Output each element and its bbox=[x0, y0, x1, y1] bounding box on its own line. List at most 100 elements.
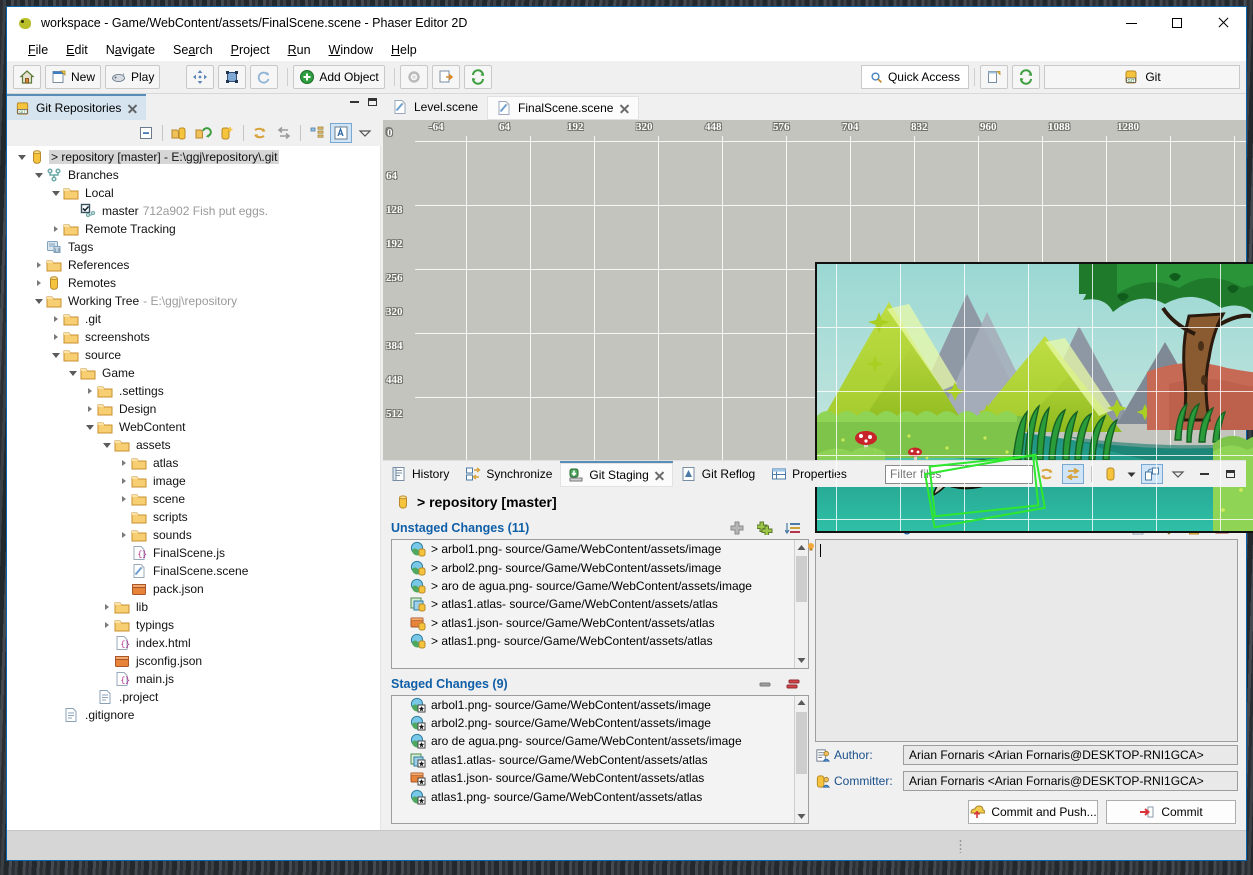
resize-grip[interactable] bbox=[959, 839, 962, 853]
tree-item-settings[interactable]: .settings bbox=[7, 382, 380, 400]
view-menu-icon[interactable] bbox=[354, 123, 376, 143]
chevron-right-icon[interactable] bbox=[117, 460, 131, 466]
tree-item-source[interactable]: source bbox=[7, 346, 380, 364]
change-row[interactable]: atlas1.png - source/Game/WebContent/asse… bbox=[392, 787, 808, 805]
chevron-right-icon[interactable] bbox=[117, 532, 131, 538]
sync-button[interactable] bbox=[1012, 65, 1040, 89]
minimize-icon[interactable] bbox=[350, 101, 359, 103]
collapse-all-icon[interactable] bbox=[135, 123, 157, 143]
tree-item-gitignore[interactable]: .gitignore bbox=[7, 706, 380, 724]
bottom-tab-git-reflog[interactable]: Git Reflog bbox=[673, 461, 763, 487]
quick-access-button[interactable]: Quick Access bbox=[860, 65, 969, 89]
change-row[interactable]: > atlas1.atlas - source/Game/WebContent/… bbox=[392, 595, 808, 613]
git-perspective-button[interactable]: GIT Git bbox=[1044, 65, 1240, 89]
chevron-right-icon[interactable] bbox=[117, 496, 131, 502]
unstage-icon[interactable] bbox=[754, 674, 776, 694]
play-button[interactable]: Play bbox=[105, 65, 161, 89]
change-row[interactable]: > atlas1.png - source/Game/WebContent/as… bbox=[392, 632, 808, 650]
scroll-thumb[interactable] bbox=[796, 711, 807, 774]
close-icon[interactable] bbox=[127, 103, 138, 114]
chevron-right-icon[interactable] bbox=[100, 604, 114, 610]
tree-item-local[interactable]: Local bbox=[7, 184, 380, 202]
scroll-down-icon[interactable] bbox=[795, 809, 808, 823]
new-perspective-button[interactable] bbox=[980, 65, 1008, 89]
add-object-button[interactable]: Add Object bbox=[293, 65, 385, 89]
minimize-button[interactable] bbox=[1108, 7, 1154, 39]
scroll-up-icon[interactable] bbox=[795, 696, 808, 710]
tree-item-assets[interactable]: assets bbox=[7, 436, 380, 454]
bottom-tab-synchronize[interactable]: Synchronize bbox=[457, 461, 560, 487]
scene-canvas[interactable]: -64 64 192 320 448 576 704 832 960 1088 1280 0 64 12… bbox=[383, 120, 1253, 533]
scroll-down-icon[interactable] bbox=[795, 654, 808, 668]
change-row[interactable]: > atlas1.json - source/Game/WebContent/a… bbox=[392, 614, 808, 632]
new-button[interactable]: New bbox=[45, 65, 102, 89]
scroll-thumb[interactable] bbox=[796, 556, 807, 602]
bottom-tab-history[interactable]: History bbox=[383, 461, 457, 487]
tree-item-screenshots[interactable]: screenshots bbox=[7, 328, 380, 346]
menu-window[interactable]: Window bbox=[320, 41, 382, 59]
tab-git-repositories[interactable]: GIT Git Repositories bbox=[7, 94, 147, 120]
tree-item-remotes[interactable]: Remotes bbox=[7, 274, 380, 292]
chevron-right-icon[interactable] bbox=[100, 622, 114, 628]
flat-layout-icon[interactable] bbox=[330, 123, 352, 143]
tree-item-scripts[interactable]: scripts bbox=[7, 508, 380, 526]
chevron-right-icon[interactable] bbox=[49, 334, 63, 340]
menu-project[interactable]: Project bbox=[222, 41, 279, 59]
link-selection-icon[interactable] bbox=[1062, 464, 1084, 484]
menu-run[interactable]: Run bbox=[279, 41, 320, 59]
menu-edit[interactable]: Edit bbox=[57, 41, 97, 59]
tree-item-atlas[interactable]: atlas bbox=[7, 454, 380, 472]
chevron-right-icon[interactable] bbox=[83, 388, 97, 394]
editor-tab-level-scene[interactable]: Level.scene bbox=[383, 94, 487, 120]
chevron-right-icon[interactable] bbox=[49, 316, 63, 322]
committer-field[interactable]: Arian Fornaris <Arian Fornaris@DESKTOP-R… bbox=[903, 771, 1238, 791]
chevron-down-icon[interactable] bbox=[32, 172, 46, 178]
tree-item-finalscene-scene[interactable]: FinalScene.scene bbox=[7, 562, 380, 580]
menu-file[interactable]: File bbox=[19, 41, 57, 59]
tree-item-tags[interactable]: 1.0 Tags bbox=[7, 238, 380, 256]
unstaged-list[interactable]: > arbol1.png - source/Game/WebContent/as… bbox=[391, 539, 809, 669]
close-button[interactable] bbox=[1200, 7, 1246, 39]
staged-list[interactable]: arbol1.png - source/Game/WebContent/asse… bbox=[391, 694, 809, 824]
tree-item-master[interactable]: master 712a902 Fish put eggs. bbox=[7, 202, 380, 220]
tree-item-sounds[interactable]: sounds bbox=[7, 526, 380, 544]
chevron-down-icon[interactable] bbox=[32, 298, 46, 304]
staged-scrollbar[interactable] bbox=[794, 695, 808, 823]
tree-item-branches[interactable]: Branches bbox=[7, 166, 380, 184]
chevron-right-icon[interactable] bbox=[83, 406, 97, 412]
tree-item-finalscene-js[interactable]: {} FinalScene.js bbox=[7, 544, 380, 562]
tree-item-typings[interactable]: typings bbox=[7, 616, 380, 634]
unstage-all-icon[interactable] bbox=[782, 674, 804, 694]
commit-button[interactable]: Commit bbox=[1106, 800, 1236, 824]
view-menu-icon[interactable] bbox=[1167, 464, 1189, 484]
tree-item-index-html[interactable]: {} index.html bbox=[7, 634, 380, 652]
repository-dropdown-icon[interactable] bbox=[1099, 464, 1121, 484]
settings-button[interactable] bbox=[399, 65, 428, 89]
menu-search[interactable]: Search bbox=[164, 41, 222, 59]
move-tool-button[interactable] bbox=[186, 65, 215, 89]
menu-navigate[interactable]: Navigate bbox=[97, 41, 164, 59]
tree-item-scene[interactable]: scene bbox=[7, 490, 380, 508]
add-repository-icon[interactable] bbox=[192, 123, 214, 143]
change-row[interactable]: arbol1.png - source/Game/WebContent/asse… bbox=[392, 696, 808, 714]
tree-item-working-tree[interactable]: Working Tree - E:\ggj\repository bbox=[7, 292, 380, 310]
chevron-right-icon[interactable] bbox=[32, 262, 46, 268]
chevron-down-icon[interactable] bbox=[66, 370, 80, 376]
editor-tab-finalscene-scene[interactable]: FinalScene.scene bbox=[487, 94, 640, 120]
commit-message-input[interactable] bbox=[808, 539, 1238, 742]
dropdown-arrow-icon[interactable] bbox=[1125, 464, 1137, 484]
bottom-tab-git-staging[interactable]: Git Staging bbox=[560, 461, 673, 487]
home-button[interactable] bbox=[13, 65, 41, 89]
tree-item-main-js[interactable]: {} main.js bbox=[7, 670, 380, 688]
chevron-right-icon[interactable] bbox=[32, 280, 46, 286]
tree-item-pack-json[interactable]: pack.json bbox=[7, 580, 380, 598]
chevron-right-icon[interactable] bbox=[49, 226, 63, 232]
unstaged-scrollbar[interactable] bbox=[794, 540, 808, 668]
repository-tree[interactable]: > repository [master] - E:\ggj\repositor… bbox=[7, 146, 381, 830]
close-icon[interactable] bbox=[654, 470, 665, 481]
hierarchy-layout-icon[interactable] bbox=[306, 123, 328, 143]
change-row[interactable]: > aro de agua.png - source/Game/WebConte… bbox=[392, 577, 808, 595]
refresh-button[interactable] bbox=[463, 65, 492, 89]
tree-item-project[interactable]: .project bbox=[7, 688, 380, 706]
chevron-down-icon[interactable] bbox=[49, 352, 63, 358]
